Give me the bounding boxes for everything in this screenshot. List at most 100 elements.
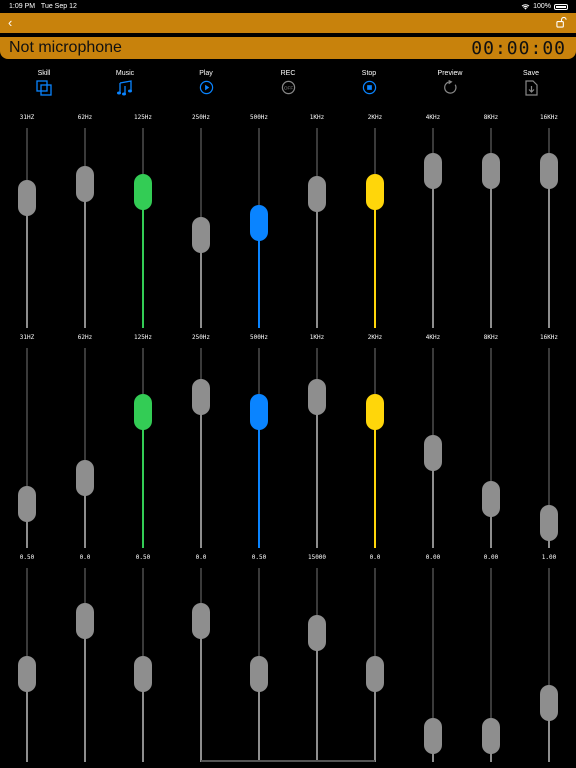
toolbar-stop-button[interactable]: Stop bbox=[339, 70, 399, 100]
slider-fill bbox=[374, 411, 376, 548]
slider-label: 2KHz bbox=[367, 114, 383, 121]
slider-track bbox=[84, 128, 86, 166]
slider-knob[interactable] bbox=[134, 173, 152, 210]
slider-knob[interactable] bbox=[424, 152, 442, 189]
slider-knob[interactable] bbox=[540, 152, 558, 189]
slider-track bbox=[316, 568, 318, 616]
slider-knob[interactable] bbox=[366, 656, 384, 693]
slider-knob[interactable] bbox=[76, 459, 94, 496]
slider-fill bbox=[258, 411, 260, 548]
wifi-icon bbox=[521, 4, 530, 10]
slider-knob[interactable] bbox=[134, 656, 152, 693]
slider-label: 1KHz bbox=[309, 114, 325, 121]
slider-label: 250Hz bbox=[191, 334, 211, 341]
slider-knob[interactable] bbox=[540, 505, 558, 542]
slider-knob[interactable] bbox=[250, 393, 268, 430]
slider-track bbox=[432, 348, 434, 435]
slider-knob[interactable] bbox=[540, 684, 558, 721]
slider-knob[interactable] bbox=[76, 602, 94, 639]
slider-fill bbox=[26, 198, 28, 328]
slider-fill bbox=[84, 620, 86, 762]
slider-label: 125Hz bbox=[133, 114, 153, 121]
slider-track bbox=[26, 348, 28, 486]
status-right: 100% bbox=[521, 3, 568, 10]
slider-track bbox=[548, 568, 550, 685]
slider-knob[interactable] bbox=[366, 393, 384, 430]
toolbar-save-button[interactable]: Save bbox=[501, 70, 561, 101]
slider-knob[interactable] bbox=[308, 175, 326, 212]
slider-fill bbox=[316, 397, 318, 548]
slider-label: 0.50 bbox=[19, 554, 35, 561]
bank-connector-line bbox=[201, 760, 375, 762]
slider-knob[interactable] bbox=[192, 602, 210, 639]
slider-label: 125Hz bbox=[133, 334, 153, 341]
rec-off-icon: OFF bbox=[258, 80, 318, 100]
slider-track bbox=[432, 128, 434, 153]
toolbar-music-button[interactable]: Music bbox=[95, 70, 155, 101]
slider-knob[interactable] bbox=[482, 480, 500, 517]
slider-knob[interactable] bbox=[18, 656, 36, 693]
slider-knob[interactable] bbox=[76, 165, 94, 202]
slider-fill bbox=[490, 170, 492, 328]
status-bar: 1:09 PM Tue Sep 12 100% bbox=[0, 0, 576, 13]
slider-knob[interactable] bbox=[18, 485, 36, 522]
slider-track bbox=[490, 128, 492, 153]
slider-track bbox=[84, 568, 86, 603]
stop-icon bbox=[339, 80, 399, 100]
slider-knob[interactable] bbox=[192, 379, 210, 416]
slider-knob[interactable] bbox=[424, 718, 442, 755]
slider-knob[interactable] bbox=[482, 718, 500, 755]
toolbar-label: Stop bbox=[361, 70, 377, 77]
toolbar-label: Play bbox=[199, 70, 213, 77]
slider-knob[interactable] bbox=[18, 180, 36, 217]
slider-track bbox=[142, 128, 144, 174]
slider-fill bbox=[316, 193, 318, 328]
music-notes-icon bbox=[95, 80, 155, 101]
slider-knob[interactable] bbox=[192, 216, 210, 253]
slider-fill bbox=[200, 620, 202, 762]
slider-label: 0.0 bbox=[79, 554, 91, 561]
refresh-icon bbox=[420, 79, 480, 100]
status-time: 1:09 PM Tue Sep 12 bbox=[9, 3, 77, 10]
slider-track bbox=[84, 348, 86, 460]
toolbar-play-button[interactable]: Play bbox=[176, 70, 236, 100]
copy-icon bbox=[14, 80, 74, 101]
toolbar-skill-button[interactable]: Skill bbox=[14, 70, 74, 101]
toolbar-label: Preview bbox=[437, 70, 463, 77]
slider-fill bbox=[316, 633, 318, 762]
toolbar-preview-button[interactable]: Preview bbox=[420, 70, 480, 100]
slider-knob[interactable] bbox=[250, 205, 268, 242]
title-bar: Not microphone 00:00:00 bbox=[0, 37, 576, 59]
battery-icon bbox=[554, 3, 568, 10]
timer-display: 00:00:00 bbox=[471, 38, 566, 59]
chevron-left-icon[interactable]: ‹ bbox=[8, 15, 12, 30]
slider-track bbox=[548, 128, 550, 153]
slider-label: 62Hz bbox=[77, 334, 93, 341]
toolbar-label: Save bbox=[523, 70, 539, 77]
toolbar-rec-button[interactable]: REC OFF bbox=[258, 70, 318, 100]
slider-knob[interactable] bbox=[366, 173, 384, 210]
slider-track bbox=[374, 128, 376, 174]
svg-text:OFF: OFF bbox=[283, 85, 292, 90]
slider-track bbox=[26, 568, 28, 657]
slider-fill bbox=[142, 411, 144, 548]
slider-label: 31HZ bbox=[19, 334, 35, 341]
unlock-icon[interactable] bbox=[556, 17, 567, 28]
slider-knob[interactable] bbox=[424, 434, 442, 471]
slider-track bbox=[490, 568, 492, 719]
slider-track bbox=[200, 568, 202, 603]
toolbar-label: REC bbox=[280, 70, 296, 77]
slider-knob[interactable] bbox=[308, 379, 326, 416]
slider-fill bbox=[200, 397, 202, 548]
toolbar-label: Music bbox=[115, 70, 135, 77]
slider-knob[interactable] bbox=[250, 656, 268, 693]
nav-bar: ‹ bbox=[0, 13, 576, 33]
slider-label: 2KHz bbox=[367, 334, 383, 341]
slider-knob[interactable] bbox=[308, 615, 326, 652]
slider-track bbox=[200, 128, 202, 217]
slider-track bbox=[258, 568, 260, 657]
slider-knob[interactable] bbox=[482, 152, 500, 189]
slider-label: 0.00 bbox=[425, 554, 441, 561]
slider-knob[interactable] bbox=[134, 393, 152, 430]
project-title: Not microphone bbox=[9, 39, 122, 56]
